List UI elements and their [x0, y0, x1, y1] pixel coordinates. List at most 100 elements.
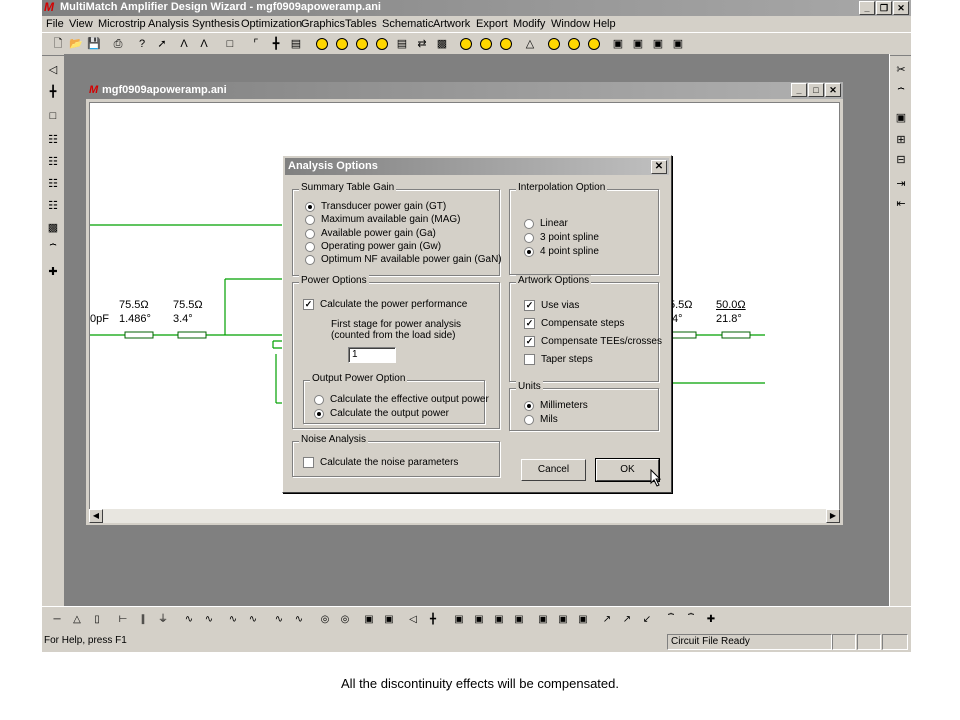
compensate-steps-checkbox[interactable]: ✓ Compensate steps — [524, 318, 624, 329]
plus-box-icon[interactable]: ⊞ — [893, 132, 909, 148]
line-d-icon[interactable]: ⊢ — [116, 613, 130, 627]
radio-millimeters-indicator[interactable] — [524, 400, 534, 411]
open-folder-icon[interactable]: 📂 — [68, 36, 84, 52]
box-a-icon[interactable]: ▣ — [893, 110, 909, 126]
misc-a-icon[interactable]: ⏞ — [664, 613, 678, 627]
radio-3pt-indicator[interactable] — [524, 232, 534, 243]
help-icon[interactable]: ? — [134, 36, 150, 52]
resistor-b-icon[interactable]: ∿ — [246, 613, 260, 627]
scroll-right-arrow-icon[interactable]: ▶ — [826, 509, 840, 523]
print-icon[interactable]: ⎙ — [110, 36, 126, 52]
block-f-icon[interactable]: ▣ — [536, 613, 550, 627]
radio-effective-output-indicator[interactable] — [314, 394, 324, 405]
dialog-close-button[interactable]: ✕ — [651, 160, 667, 174]
smith-g-icon[interactable] — [498, 36, 514, 52]
block-d-icon[interactable]: ▣ — [492, 613, 506, 627]
ground-icon[interactable]: ⏚ — [156, 613, 170, 627]
line-b-icon[interactable]: △ — [70, 613, 84, 627]
misc-c-icon[interactable]: ✚ — [704, 613, 718, 627]
tool-e-icon[interactable]: ╋ — [268, 36, 284, 52]
tool-d-icon[interactable]: ⌜ — [248, 36, 264, 52]
compensate-tees-checkbox[interactable]: ✓ Compensate TEEs/crosses — [524, 336, 662, 347]
smith-h-icon[interactable] — [546, 36, 562, 52]
menu-schematic[interactable]: Schematic — [382, 18, 433, 30]
radio-4pt[interactable]: 4 point spline — [524, 246, 599, 257]
scissors-icon[interactable]: ✂ — [893, 62, 909, 78]
stub-icon[interactable]: ◎ — [318, 613, 332, 627]
compensate-tees-check-icon[interactable]: ✓ — [524, 336, 535, 347]
radio-gw[interactable]: Operating power gain (Gw) — [305, 241, 441, 252]
cancel-button[interactable]: Cancel — [521, 459, 586, 481]
radio-mag-indicator[interactable] — [305, 214, 315, 225]
cross-icon[interactable]: ✚ — [45, 264, 61, 280]
radio-output-indicator[interactable] — [314, 408, 324, 419]
via-b-icon[interactable]: ▣ — [382, 613, 396, 627]
radio-mag[interactable]: Maximum available gain (MAG) — [305, 214, 461, 225]
bridge-icon[interactable]: ⏞ — [45, 242, 61, 258]
radio-gt-indicator[interactable] — [305, 201, 315, 212]
calc-noise-checkbox[interactable]: Calculate the noise parameters — [303, 457, 458, 468]
diag-b-icon[interactable]: ↗ — [620, 613, 634, 627]
use-vias-check-icon[interactable]: ✓ — [524, 300, 535, 311]
calc-noise-check-icon[interactable] — [303, 457, 314, 468]
taper-steps-checkbox[interactable]: Taper steps — [524, 354, 593, 365]
radio-gt[interactable]: Transducer power gain (GT) — [305, 201, 446, 212]
tool-c-icon[interactable]: □ — [222, 36, 238, 52]
tool-a-icon[interactable]: Λ — [176, 36, 192, 52]
block-h-icon[interactable]: ▣ — [576, 613, 590, 627]
radio-ga-indicator[interactable] — [305, 228, 315, 239]
tool-b-icon[interactable]: Λ — [196, 36, 212, 52]
calc-power-check-icon[interactable]: ✓ — [303, 299, 314, 310]
smith-e-icon[interactable] — [458, 36, 474, 52]
smith-c-icon[interactable] — [354, 36, 370, 52]
stub-b-icon[interactable]: ◎ — [338, 613, 352, 627]
smith-j-icon[interactable] — [586, 36, 602, 52]
via-icon[interactable]: ▣ — [362, 613, 376, 627]
menu-view[interactable]: View — [69, 18, 93, 30]
radio-gw-indicator[interactable] — [305, 241, 315, 252]
app-restore-button[interactable]: ❐ — [876, 1, 892, 15]
circuit-e-icon[interactable]: ▩ — [45, 220, 61, 236]
radio-3pt[interactable]: 3 point spline — [524, 232, 599, 243]
arrow-out-icon[interactable]: ⇤ — [893, 196, 909, 212]
use-vias-checkbox[interactable]: ✓ Use vias — [524, 300, 579, 311]
inductor-icon[interactable]: ∿ — [182, 613, 196, 627]
bend-icon[interactable]: ⏞ — [893, 86, 909, 102]
document-minimize-button[interactable]: _ — [791, 83, 807, 97]
calc-power-checkbox[interactable]: ✓ Calculate the power performance — [303, 299, 467, 310]
menu-help[interactable]: Help — [593, 18, 616, 30]
smith-d-icon[interactable] — [374, 36, 390, 52]
document-close-button[interactable]: ✕ — [825, 83, 841, 97]
taper-steps-check-icon[interactable] — [524, 354, 535, 365]
tee-icon[interactable]: ╋ — [45, 84, 61, 100]
menu-graphics[interactable]: Graphics — [301, 18, 345, 30]
tool-l-icon[interactable]: ▣ — [650, 36, 666, 52]
circuit-c-icon[interactable]: ☷ — [45, 176, 61, 192]
smith-b-icon[interactable] — [334, 36, 350, 52]
tool-j-icon[interactable]: ▣ — [610, 36, 626, 52]
radio-linear-indicator[interactable] — [524, 218, 534, 229]
menu-tables[interactable]: Tables — [345, 18, 377, 30]
scroll-left-arrow-icon[interactable]: ◀ — [89, 509, 103, 523]
circuit-b-icon[interactable]: ☷ — [45, 154, 61, 170]
coupler-b-icon[interactable]: ∿ — [292, 613, 306, 627]
first-stage-input[interactable] — [348, 347, 396, 363]
tool-i-icon[interactable]: ▩ — [434, 36, 450, 52]
radio-output[interactable]: Calculate the output power — [314, 408, 449, 419]
radio-linear[interactable]: Linear — [524, 218, 568, 229]
line-a-icon[interactable]: ─ — [50, 613, 64, 627]
pulse-icon[interactable]: △ — [522, 36, 538, 52]
radio-effective-output[interactable]: Calculate the effective output power — [314, 394, 489, 405]
menu-modify[interactable]: Modify — [513, 18, 545, 30]
radio-gan-indicator[interactable] — [305, 254, 315, 265]
radio-4pt-indicator[interactable] — [524, 246, 534, 257]
open-icon[interactable]: ◁ — [406, 613, 420, 627]
smith-f-icon[interactable] — [478, 36, 494, 52]
radio-ga[interactable]: Available power gain (Ga) — [305, 228, 436, 239]
line-c-icon[interactable]: ▯ — [90, 613, 104, 627]
port-icon[interactable]: ◁ — [45, 62, 61, 78]
tool-f-icon[interactable]: ▤ — [288, 36, 304, 52]
menu-microstrip[interactable]: Microstrip — [98, 18, 146, 30]
block-c-icon[interactable]: ▣ — [472, 613, 486, 627]
menu-window[interactable]: Window — [551, 18, 590, 30]
